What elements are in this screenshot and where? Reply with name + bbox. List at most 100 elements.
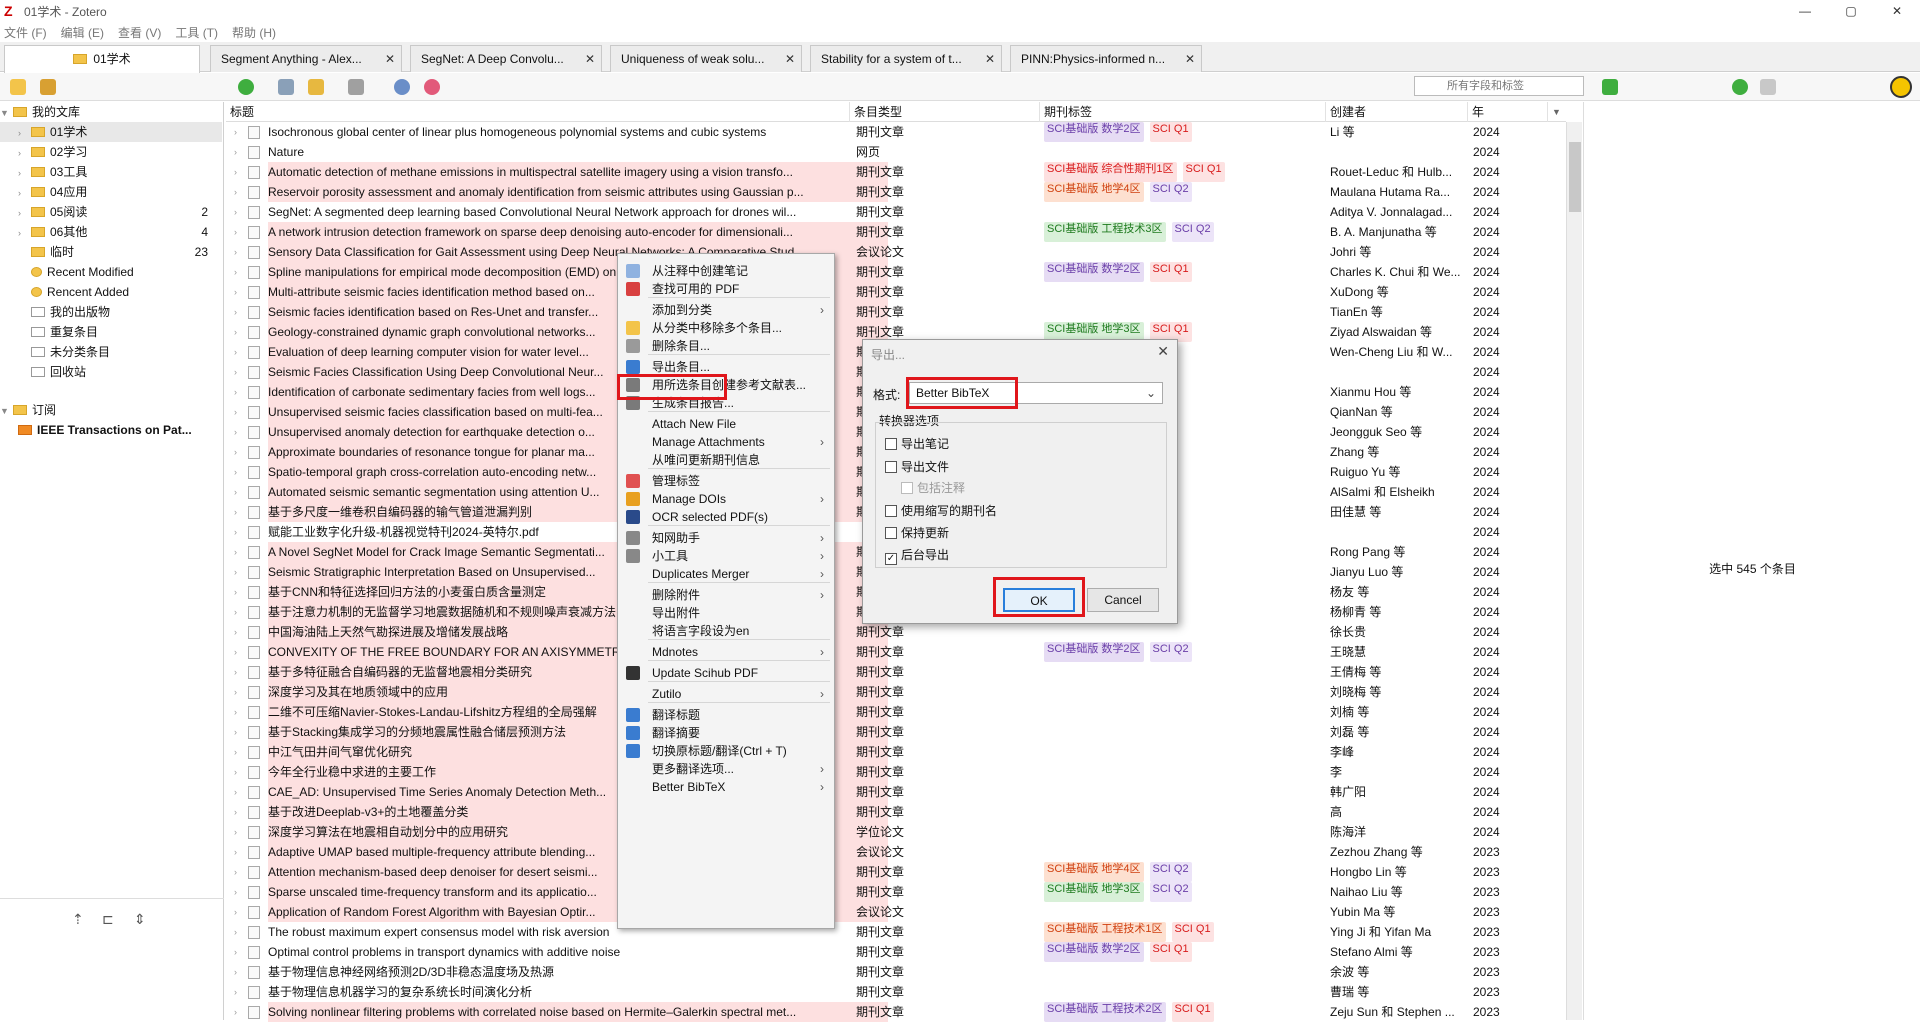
menu-tools[interactable]: 工具 (T) — [175, 24, 218, 41]
expand-row-icon[interactable]: › — [234, 162, 244, 182]
expand-row-icon[interactable]: › — [234, 242, 244, 262]
expand-row-icon[interactable]: › — [234, 682, 244, 702]
close-window-button[interactable]: ✕ — [1874, 0, 1920, 22]
close-tab-icon[interactable]: ✕ — [785, 46, 795, 72]
new-library-icon[interactable] — [40, 79, 56, 95]
expand-row-icon[interactable]: › — [234, 842, 244, 862]
expand-row-icon[interactable]: › — [234, 342, 244, 362]
table-row[interactable]: › Sparse unscaled time-frequency transfor… — [226, 882, 1566, 902]
collection-item[interactable]: › 01学术 — [0, 122, 222, 142]
table-row[interactable]: › SegNet: A segmented deep learning based… — [226, 202, 1566, 222]
table-row[interactable]: › Adaptive UMAP based multiple-frequency … — [226, 842, 1566, 862]
export-notes-checkbox[interactable]: 导出笔记 — [885, 435, 949, 453]
sync-arrow-icon[interactable] — [1602, 79, 1618, 95]
expand-row-icon[interactable]: › — [234, 822, 244, 842]
expand-row-icon[interactable]: › — [234, 202, 244, 222]
new-collection-icon[interactable] — [10, 79, 26, 95]
collection-item[interactable]: › 03工具 — [0, 162, 222, 182]
background-export-checkbox[interactable]: ✓ 后台导出 — [885, 546, 949, 565]
add-by-identifier-icon[interactable] — [278, 79, 294, 95]
table-row[interactable]: › Sensory Data Classification for Gait As… — [226, 242, 1566, 262]
table-row[interactable]: › 深度学习算法在地震相自动划分中的应用研究 学位论文 陈海洋 2024 — [226, 822, 1566, 842]
table-row[interactable]: › 今年全行业稳中求进的主要工作 期刊文章李 2024 — [226, 762, 1566, 782]
column-journal-tags[interactable]: 期刊标签 — [1040, 102, 1326, 122]
expand-row-icon[interactable]: › — [234, 602, 244, 622]
expand-row-icon[interactable]: › — [234, 982, 244, 1002]
table-row[interactable]: › Reservoir porosity assessment and anoma… — [226, 182, 1566, 202]
expand-row-icon[interactable]: › — [234, 422, 244, 442]
collection-item[interactable]: › 02学习 — [0, 142, 222, 162]
menu-view[interactable]: 查看 (V) — [118, 24, 161, 41]
new-note-icon[interactable] — [308, 79, 324, 95]
abbrev-journal-checkbox[interactable]: 使用缩写的期刊名 — [885, 502, 997, 520]
expand-row-icon[interactable]: › — [234, 722, 244, 742]
saved-search-item[interactable]: Recent Modified — [0, 262, 222, 282]
table-row[interactable]: › 基于物理信息神经网络预测2D/3D非稳态温度场及热源 期刊文章 余波 等 2023 — [226, 962, 1566, 982]
expand-row-icon[interactable]: › — [234, 302, 244, 322]
collection-item[interactable]: › 06其他 4 — [0, 222, 222, 242]
expand-row-icon[interactable]: › — [234, 222, 244, 242]
expand-row-icon[interactable]: › — [234, 802, 244, 822]
context-menu-item[interactable]: Better BibTeX › — [618, 776, 834, 798]
expand-row-icon[interactable]: › — [234, 782, 244, 802]
tab-reader[interactable]: PINN:Physics-informed n... ✕ — [1010, 45, 1202, 72]
expand-row-icon[interactable]: › — [234, 542, 244, 562]
table-row[interactable]: › 中江气田井间气窜优化研究 期刊文章 李峰 2024 — [226, 742, 1566, 762]
table-row[interactable]: › 二维不可压缩Navier-Stokes-Landau-Lifshitz方程组的… — [226, 702, 1566, 722]
keep-updated-checkbox[interactable]: 保持更新 — [885, 524, 949, 542]
expand-collapse-icon[interactable]: ⇕ — [134, 911, 146, 928]
tree-view-icon[interactable]: ⊏ — [102, 911, 114, 928]
expand-row-icon[interactable]: › — [234, 662, 244, 682]
table-row[interactable]: › Optimal control problems in transport d… — [226, 942, 1566, 962]
expand-row-icon[interactable]: › — [234, 582, 244, 602]
table-row[interactable]: › Seismic facies identification based on … — [226, 302, 1566, 322]
expand-row-icon[interactable]: › — [234, 942, 244, 962]
close-tab-icon[interactable]: ✕ — [585, 46, 595, 72]
expand-row-icon[interactable]: › — [234, 402, 244, 422]
feed-item[interactable]: IEEE Transactions on Pat... — [0, 420, 222, 440]
expand-row-icon[interactable]: › — [234, 522, 244, 542]
table-row[interactable]: › 基于改进Deeplab-v3+的土地覆盖分类 期刊文章高 2024 — [226, 802, 1566, 822]
expand-row-icon[interactable]: › — [234, 442, 244, 462]
advanced-search-icon[interactable] — [394, 79, 410, 95]
table-row[interactable]: › Nature 网页 2024 — [226, 142, 1566, 162]
menu-help[interactable]: 帮助 (H) — [232, 24, 276, 41]
expand-row-icon[interactable]: › — [234, 502, 244, 522]
collection-item[interactable]: › 05阅读 2 — [0, 202, 222, 222]
new-item-icon[interactable] — [238, 79, 254, 95]
dialog-close-icon[interactable]: ✕ — [1157, 343, 1169, 360]
library-root[interactable]: ▼ 我的文库 — [0, 102, 222, 122]
table-row[interactable]: › 基于Stacking集成学习的分频地震属性融合储层预测方法 期刊文章 刘磊 等 20… — [226, 722, 1566, 742]
expand-row-icon[interactable]: › — [234, 702, 244, 722]
attachment-icon[interactable] — [348, 79, 364, 95]
table-row[interactable]: › 深度学习及其在地质领域中的应用 期刊文章 刘晓梅 等 2024 — [226, 682, 1566, 702]
export-files-checkbox[interactable]: 导出文件 — [885, 458, 949, 476]
scrollbar-thumb[interactable] — [1569, 142, 1581, 212]
sort-ascending-icon[interactable]: ⇡ — [72, 911, 84, 928]
sync-icon[interactable] — [1732, 79, 1748, 95]
settings-gear-icon[interactable] — [1890, 76, 1912, 98]
expand-row-icon[interactable]: › — [234, 922, 244, 942]
saved-search-item[interactable]: Rencent Added — [0, 282, 222, 302]
my-publications-item[interactable]: 我的出版物 — [0, 302, 222, 322]
close-tab-icon[interactable]: ✕ — [985, 46, 995, 72]
duplicates-item[interactable]: 重复条目 — [0, 322, 222, 342]
menu-file[interactable]: 文件 (F) — [4, 24, 47, 41]
expand-row-icon[interactable]: › — [234, 1002, 244, 1022]
include-annotations-checkbox[interactable]: 包括注释 — [901, 479, 965, 497]
trash-item[interactable]: 回收站 — [0, 362, 222, 382]
expand-row-icon[interactable]: › — [234, 882, 244, 902]
table-row[interactable]: › Attention mechanism-based deep denoiser… — [226, 862, 1566, 882]
tab-reader[interactable]: Uniqueness of weak solu... ✕ — [610, 45, 802, 72]
collection-item[interactable]: 临时 23 — [0, 242, 222, 262]
close-tab-icon[interactable]: ✕ — [1185, 46, 1195, 72]
table-row[interactable]: › CAE_AD: Unsupervised Time Series Anomal… — [226, 782, 1566, 802]
expand-row-icon[interactable]: › — [234, 142, 244, 162]
table-row[interactable]: › Spline manipulations for empirical mode… — [226, 262, 1566, 282]
locate-icon[interactable] — [424, 79, 440, 95]
column-item-type[interactable]: 条目类型 — [850, 102, 1040, 122]
column-title[interactable]: 标题 — [226, 102, 850, 122]
expand-row-icon[interactable]: › — [234, 762, 244, 782]
table-row[interactable]: › 基于多特征融合自编码器的无监督地震相分类研究 期刊文章 王倩梅 等 2024 — [226, 662, 1566, 682]
expand-row-icon[interactable]: › — [234, 642, 244, 662]
